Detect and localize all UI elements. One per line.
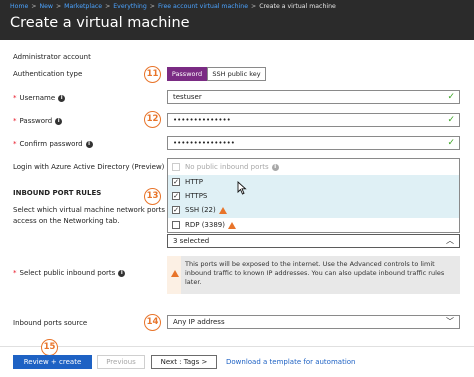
chevron-up-icon: ︿ (446, 236, 454, 245)
option-label: SSH (22) (185, 206, 227, 214)
info-icon[interactable]: i (118, 269, 126, 277)
breadcrumb-free-account-vm[interactable]: Free account virtual machine (158, 3, 248, 10)
callout-12: 12 (144, 111, 161, 128)
chevron-down-icon: ﹀ (446, 317, 454, 326)
checkbox-checked[interactable]: ✓ (172, 178, 180, 186)
password-value: •••••••••••••• (173, 116, 231, 124)
breadcrumb-everything[interactable]: Everything (113, 3, 147, 10)
breadcrumb-current: Create a virtual machine (259, 3, 336, 10)
option-label: HTTPS (185, 192, 208, 200)
public-inbound-ports-label-text: Select public inbound ports (19, 269, 116, 277)
valid-check-icon: ✓ (447, 115, 455, 125)
warning-icon (227, 221, 236, 229)
page-title: Create a virtual machine (10, 15, 190, 31)
info-icon[interactable]: i (58, 94, 66, 102)
breadcrumb-separator: > (31, 3, 37, 10)
username-label: * Username i (13, 94, 66, 102)
inbound-description-line2: access on the Networking tab. (13, 217, 120, 225)
option-text: No public inbound ports (185, 163, 269, 171)
auth-ssh-key-option[interactable]: SSH public key (207, 67, 266, 81)
breadcrumb-separator: > (55, 3, 62, 10)
info-icon[interactable]: i (85, 140, 93, 148)
ports-warning-box: This ports will be exposed to the intern… (167, 256, 460, 294)
confirm-password-label-text: Confirm password (19, 140, 83, 148)
review-create-button[interactable]: Review + create (13, 355, 92, 369)
checkbox[interactable] (172, 221, 180, 229)
info-icon[interactable]: i (271, 163, 279, 171)
download-template-link[interactable]: Download a template for automation (226, 358, 355, 366)
next-tags-button[interactable]: Next : Tags > (151, 355, 217, 369)
inbound-port-rules-heading: INBOUND PORT RULES (13, 189, 102, 197)
callout-15: 15 (41, 339, 58, 356)
select-value: 3 selected (173, 237, 210, 245)
section-admin-account: Administrator account (13, 53, 91, 61)
breadcrumb-marketplace[interactable]: Marketplace (64, 3, 102, 10)
username-value: testuser (173, 93, 202, 101)
checkbox-checked[interactable]: ✓ (172, 206, 180, 214)
confirm-password-label: * Confirm password i (13, 140, 93, 148)
password-label: * Password i (13, 117, 63, 125)
password-field[interactable]: •••••••••••••• ✓ (167, 113, 460, 127)
password-label-text: Password (19, 117, 53, 125)
valid-check-icon: ✓ (447, 92, 455, 102)
breadcrumb: Home > New > Marketplace > Everything > Free acc… (10, 3, 336, 10)
option-text: SSH (22) (185, 206, 216, 214)
inbound-ports-select[interactable]: 3 selected ︿ (167, 234, 460, 248)
warning-text: This ports will be exposed to the intern… (185, 260, 445, 286)
checkbox (172, 163, 180, 171)
confirm-password-field[interactable]: ••••••••••••••• ✓ (167, 136, 460, 150)
checkbox-checked[interactable]: ✓ (172, 192, 180, 200)
footer-divider (0, 346, 474, 347)
breadcrumb-separator: > (149, 3, 155, 10)
info-icon[interactable]: i (55, 117, 63, 125)
aad-login-label: Login with Azure Active Directory (Previ… (13, 163, 165, 171)
callout-14: 14 (144, 314, 161, 331)
previous-button[interactable]: Previous (97, 355, 145, 369)
callout-11: 11 (144, 66, 161, 83)
option-rdp[interactable]: RDP (3389) (168, 218, 459, 232)
callout-13: 13 (144, 188, 161, 205)
breadcrumb-home[interactable]: Home (10, 3, 28, 10)
auth-password-option[interactable]: Password (167, 67, 207, 81)
warning-icon (218, 206, 227, 214)
select-value: Any IP address (173, 318, 225, 326)
option-label: No public inbound ports i (185, 163, 279, 171)
breadcrumb-separator: > (105, 3, 111, 10)
auth-type-label: Authentication type (13, 70, 83, 78)
mouse-cursor-icon (237, 181, 247, 195)
warning-icon (171, 270, 179, 277)
username-field[interactable]: testuser ✓ (167, 90, 460, 104)
confirm-password-value: ••••••••••••••• (173, 139, 235, 147)
option-text: RDP (3389) (185, 221, 225, 229)
option-http[interactable]: ✓ HTTP (168, 175, 459, 189)
username-label-text: Username (19, 94, 56, 102)
inbound-ports-source-select[interactable]: Any IP address ﹀ (167, 315, 460, 329)
option-label: HTTP (185, 178, 203, 186)
option-label: RDP (3389) (185, 221, 236, 229)
inbound-ports-source-label: Inbound ports source (13, 319, 88, 327)
breadcrumb-new[interactable]: New (39, 3, 53, 10)
option-ssh[interactable]: ✓ SSH (22) (168, 203, 459, 217)
inbound-description-line1: Select which virtual machine network por… (13, 206, 179, 214)
valid-check-icon: ✓ (447, 138, 455, 148)
option-https[interactable]: ✓ HTTPS (168, 189, 459, 203)
option-no-public-inbound: No public inbound ports i (168, 159, 459, 174)
breadcrumb-separator: > (251, 3, 257, 10)
public-inbound-ports-label: * Select public inbound ports i (13, 269, 126, 277)
